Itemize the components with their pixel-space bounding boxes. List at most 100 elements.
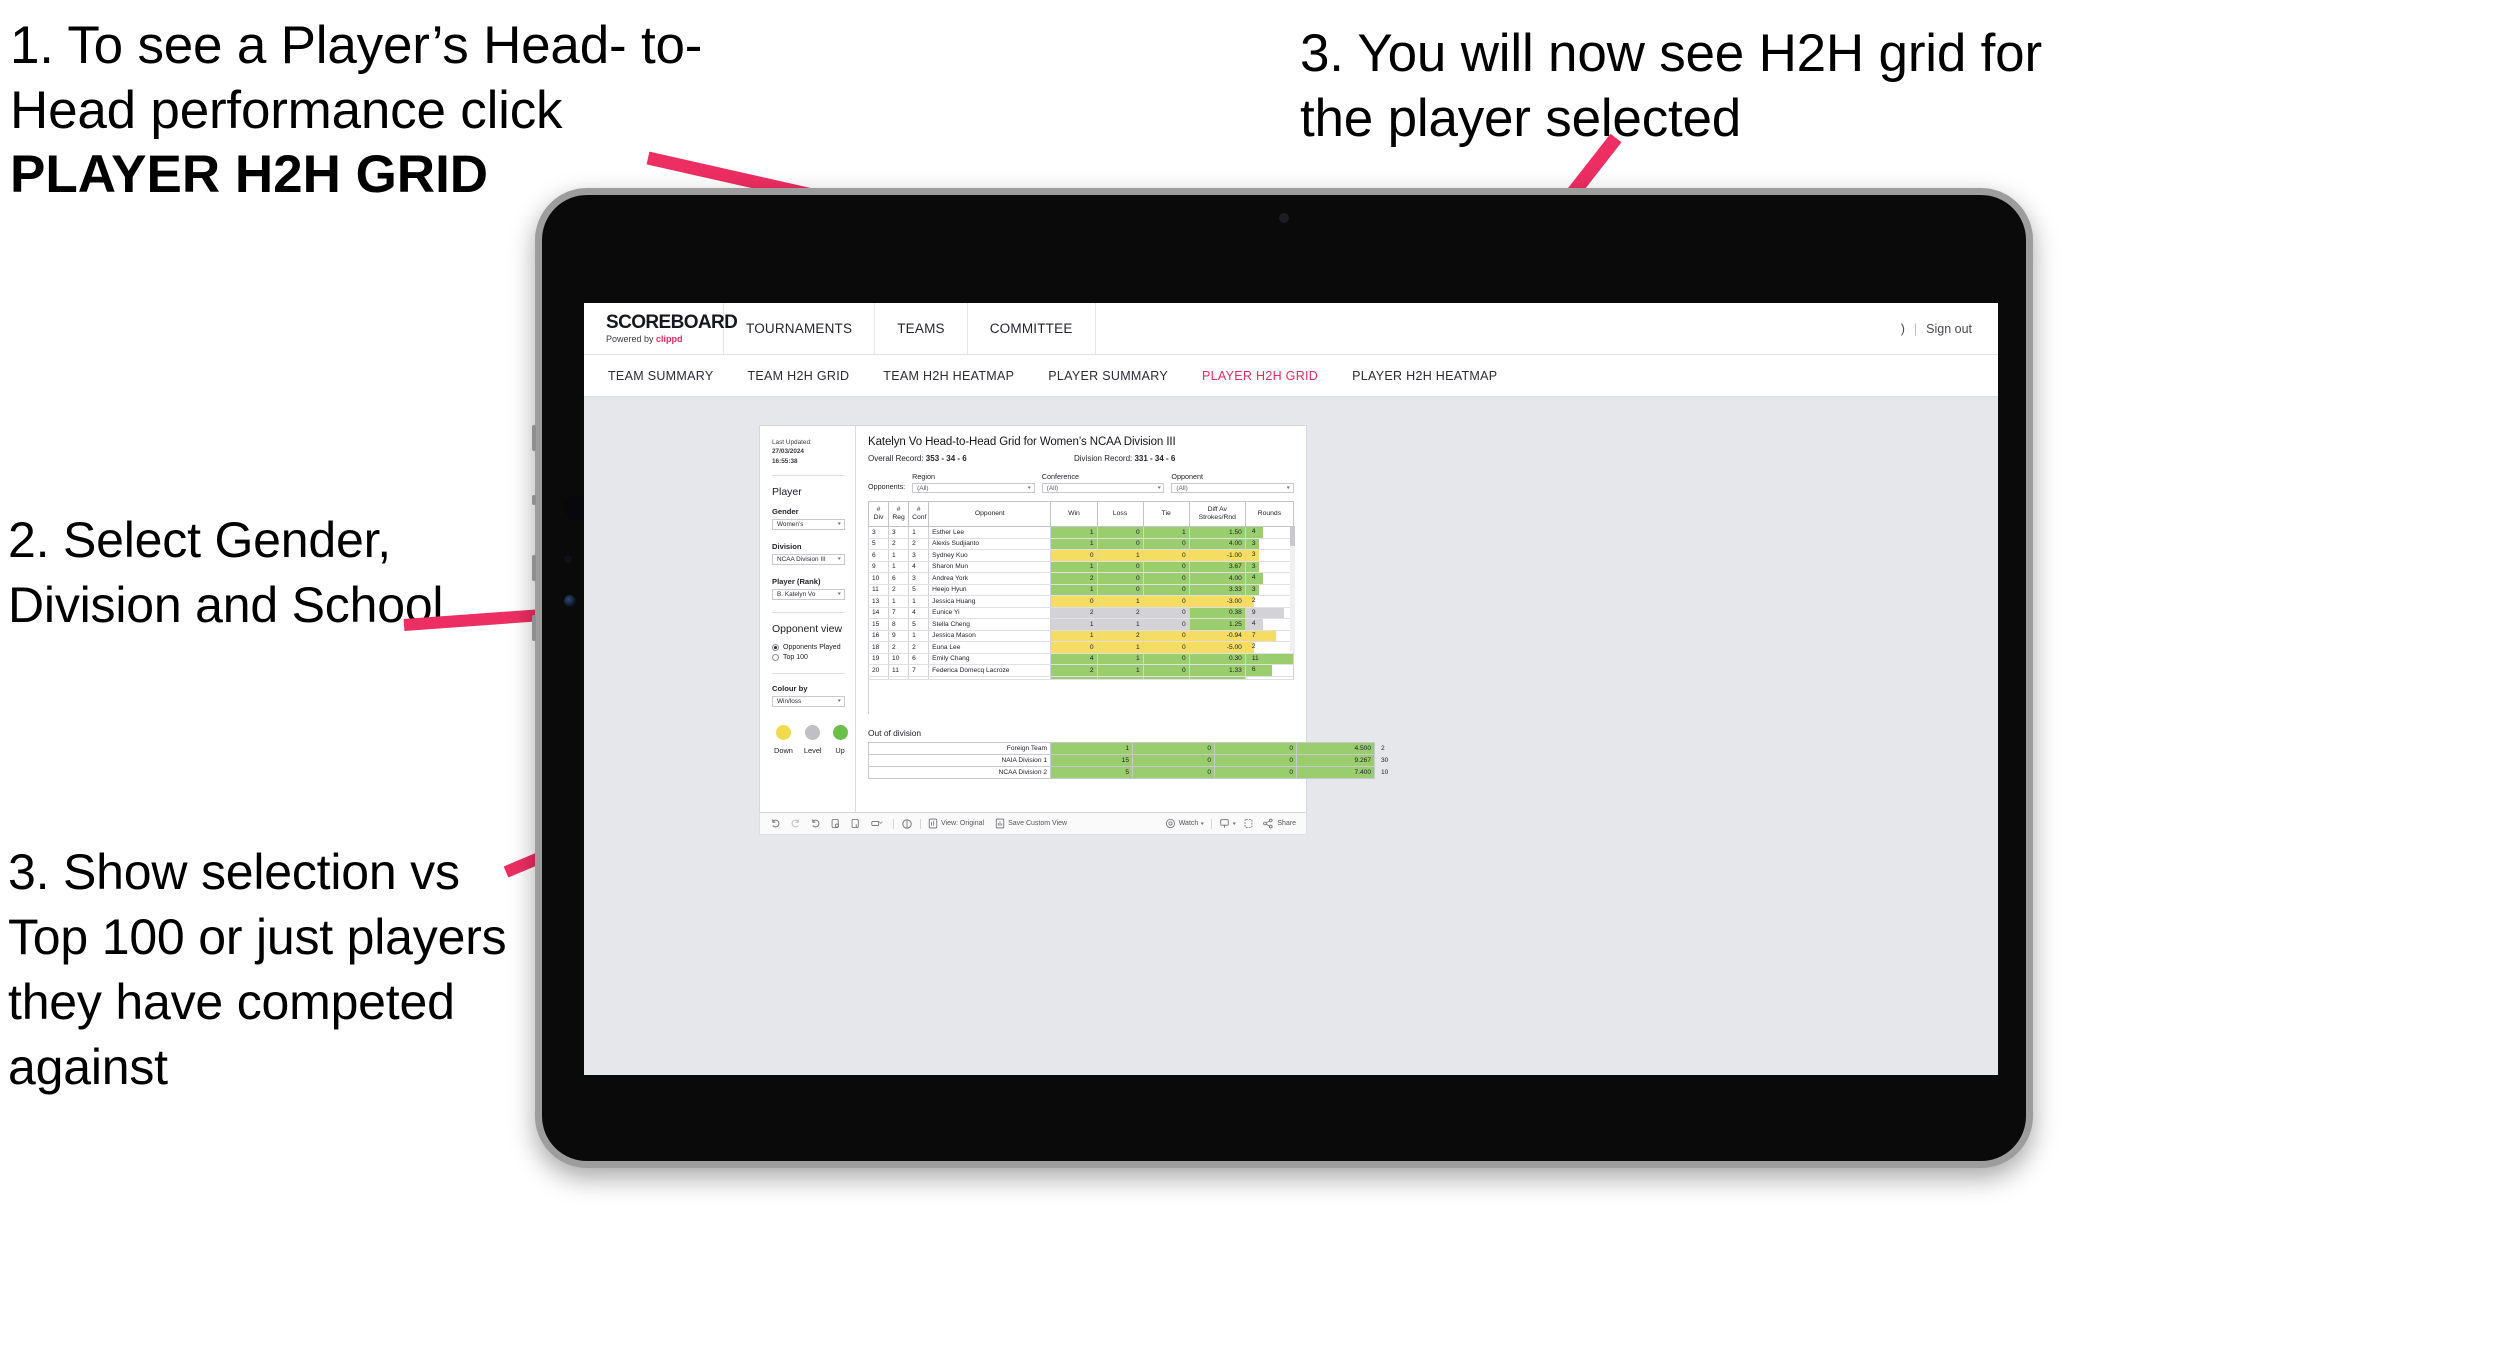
table-row[interactable]: 19 10 6 Emily Chang 4 1 0 0.30 11 [867, 653, 1295, 665]
cell-group-name: NAIA Division 1 [868, 753, 1051, 767]
refresh-icon[interactable] [830, 818, 841, 829]
divider [772, 672, 845, 674]
filter-region-select[interactable]: (All) ▾ [912, 483, 1035, 493]
column-header-win[interactable]: Win [1050, 501, 1098, 527]
sub-nav-item-player-h2h-grid[interactable]: PLAYER H2H GRID [1202, 369, 1318, 383]
sub-nav-item-player-h2h-heatmap[interactable]: PLAYER H2H HEATMAP [1352, 369, 1497, 383]
highlight-icon[interactable] [901, 818, 913, 830]
division-select[interactable]: NCAA Division III ▾ [772, 553, 845, 565]
column-header-diff-av-strokes-rnd[interactable]: Diff Av Strokes/Rnd [1188, 501, 1246, 527]
header-truncated-text: ) [1900, 321, 1905, 336]
table-scrollbar-thumb[interactable] [1290, 526, 1295, 546]
cell-tie: 1 [1142, 526, 1190, 539]
front-camera-icon [1279, 213, 1289, 223]
player-section-heading: Player [772, 485, 802, 498]
table-row[interactable]: 6 1 3 Sydney Kuo 0 1 0 -1.00 3 [867, 549, 1295, 562]
table-row[interactable]: 9 1 4 Sharon Mun 1 0 0 3.67 3 [867, 561, 1295, 573]
filter-opponent-select[interactable]: (All) ▾ [1171, 483, 1294, 493]
filter-sidebar: Last Updated: 27/03/2024 16:55:38 Player… [760, 426, 856, 812]
out-of-division-row[interactable]: Foreign Team 1 0 0 4.500 2 [868, 741, 1385, 755]
filter-opponent-value: (All) [1176, 484, 1188, 492]
top-nav-tournaments[interactable]: TOURNAMENTS [724, 303, 876, 354]
chevron-down-icon: ▾ [1232, 820, 1236, 827]
save-custom-view-button[interactable]: Save Custom View [995, 818, 1067, 829]
cell-opponent: Alexis Sudjianto [928, 538, 1052, 550]
cell-conf: 1 [908, 630, 930, 642]
cell-reg: 11 [888, 664, 910, 677]
camera-lens-icon [564, 595, 576, 607]
column-header-tie[interactable]: Tie [1142, 501, 1190, 527]
last-updated-prefix: Last Updated: [772, 439, 812, 446]
out-of-division-row[interactable]: NCAA Division 2 5 0 0 7.400 10 [868, 765, 1388, 779]
sub-nav-item-team-h2h-grid[interactable]: TEAM H2H GRID [747, 369, 849, 383]
download-dropdown-button[interactable]: ▾ [1219, 818, 1236, 829]
table-row[interactable]: 14 7 4 Eunice Yi 2 2 0 0.38 9 [867, 607, 1295, 619]
table-row[interactable]: 15 8 5 Stella Cheng 1 1 0 1.25 4 [867, 618, 1295, 631]
column-header-reg[interactable]: # Reg [888, 501, 910, 527]
radio-top-100[interactable]: Top 100 [772, 653, 845, 661]
column-header-opponent[interactable]: Opponent [928, 501, 1052, 527]
table-row[interactable]: 13 1 1 Jessica Huang 0 1 0 -3.00 2 [867, 595, 1295, 608]
table-row[interactable]: 11 2 5 Heejo Hyun 1 0 0 3.33 3 [867, 584, 1295, 596]
sign-out-link[interactable]: Sign out [1926, 322, 1972, 336]
player-rank-select[interactable]: B. Katelyn Vo ▾ [772, 588, 845, 600]
chevron-down-icon: ▾ [1027, 485, 1032, 491]
annotation-step-2: 2. Select Gender, Division and School [8, 512, 444, 633]
table-row[interactable]: 10 6 3 Andrea York 2 0 0 4.00 4 [867, 572, 1295, 585]
cell-diff: 4.00 [1188, 572, 1246, 585]
table-scrollbar[interactable] [1290, 526, 1295, 652]
fit-dropdown-icon[interactable] [870, 818, 886, 829]
table-row[interactable]: 16 9 1 Jessica Mason 1 2 0 -0.94 7 [867, 630, 1295, 642]
view-original-button[interactable]: View: Original [928, 818, 984, 829]
table-row[interactable]: 5 2 2 Alexis Sudjianto 1 0 0 4.00 3 [867, 538, 1295, 550]
undo-icon[interactable] [770, 818, 781, 829]
cell-rounds: 2 [1244, 641, 1295, 654]
cell-rounds: 9 [1244, 607, 1295, 619]
toolbar-divider [920, 818, 921, 829]
sub-navigation: TEAM SUMMARY TEAM H2H GRID TEAM H2H HEAT… [584, 355, 1998, 397]
brand-powered-prefix: Powered by [606, 334, 657, 344]
cell-opponent: Eunice Yi [928, 607, 1052, 619]
annotation-step-3-right: 3. You will now see H2H grid for the pla… [1300, 24, 2042, 148]
cell-loss: 0 [1096, 538, 1144, 550]
legend-item-up: Up [832, 724, 848, 755]
cell-conf: 4 [908, 561, 930, 573]
column-header-div[interactable]: # Div [867, 501, 890, 527]
radio-unselected-icon [772, 653, 779, 661]
column-header-conf[interactable]: # Conf [908, 501, 930, 527]
table-row[interactable]: 18 2 2 Euna Lee 0 1 0 -5.00 2 [867, 641, 1295, 654]
column-header-loss[interactable]: Loss [1096, 501, 1144, 527]
player-rank-value: B. Katelyn Vo [777, 590, 816, 598]
share-button[interactable]: Share [1262, 818, 1296, 829]
sub-nav-item-player-summary[interactable]: PLAYER SUMMARY [1048, 369, 1168, 383]
table-row[interactable]: 3 3 1 Esther Lee 1 0 1 1.50 4 [867, 526, 1295, 539]
cell-loss: 1 [1096, 595, 1144, 608]
watch-dropdown-button[interactable]: Watch ▾ [1165, 818, 1204, 829]
column-header-rounds[interactable]: Rounds [1244, 501, 1295, 527]
cell-diff: 3.67 [1188, 561, 1246, 573]
revert-icon[interactable] [810, 818, 821, 829]
fullscreen-icon[interactable] [1243, 818, 1254, 829]
cell-conf: 5 [908, 584, 930, 596]
colour-by-select[interactable]: Win/loss ▾ [772, 695, 845, 707]
sub-nav-item-team-h2h-heatmap[interactable]: TEAM H2H HEATMAP [883, 369, 1014, 383]
chevron-down-icon: ▾ [1287, 485, 1291, 491]
pause-icon[interactable] [850, 818, 861, 829]
gender-select[interactable]: Women’s ▾ [772, 518, 845, 530]
share-icon [1263, 818, 1273, 829]
cell-win: 2 [1050, 572, 1098, 585]
h2h-grid-wrapper: # Div # Reg # Conf Opponent Win Loss Tie Diff Av St… [867, 501, 1295, 714]
redo-icon[interactable] [790, 818, 801, 829]
out-of-division-row[interactable]: NAIA Division 1 15 0 0 9.267 30 [868, 753, 1388, 767]
radio-opponents-played[interactable]: Opponents Played [772, 643, 845, 651]
cell-rounds: 3 [1244, 549, 1295, 562]
gender-value: Women’s [777, 520, 804, 528]
cell-div: 11 [867, 584, 890, 596]
division-record-value: 331 - 34 - 6 [1134, 454, 1176, 463]
table-row[interactable]: 20 11 7 Federica Domecq Lacroze 2 1 0 1.33 6 [867, 664, 1295, 677]
filter-conference-select[interactable]: (All) ▾ [1041, 483, 1165, 493]
sub-nav-item-team-summary[interactable]: TEAM SUMMARY [608, 369, 713, 383]
cell-diff: 1.33 [1188, 664, 1246, 677]
top-nav-teams[interactable]: TEAMS [875, 303, 968, 354]
top-nav-committee[interactable]: COMMITTEE [968, 303, 1096, 354]
